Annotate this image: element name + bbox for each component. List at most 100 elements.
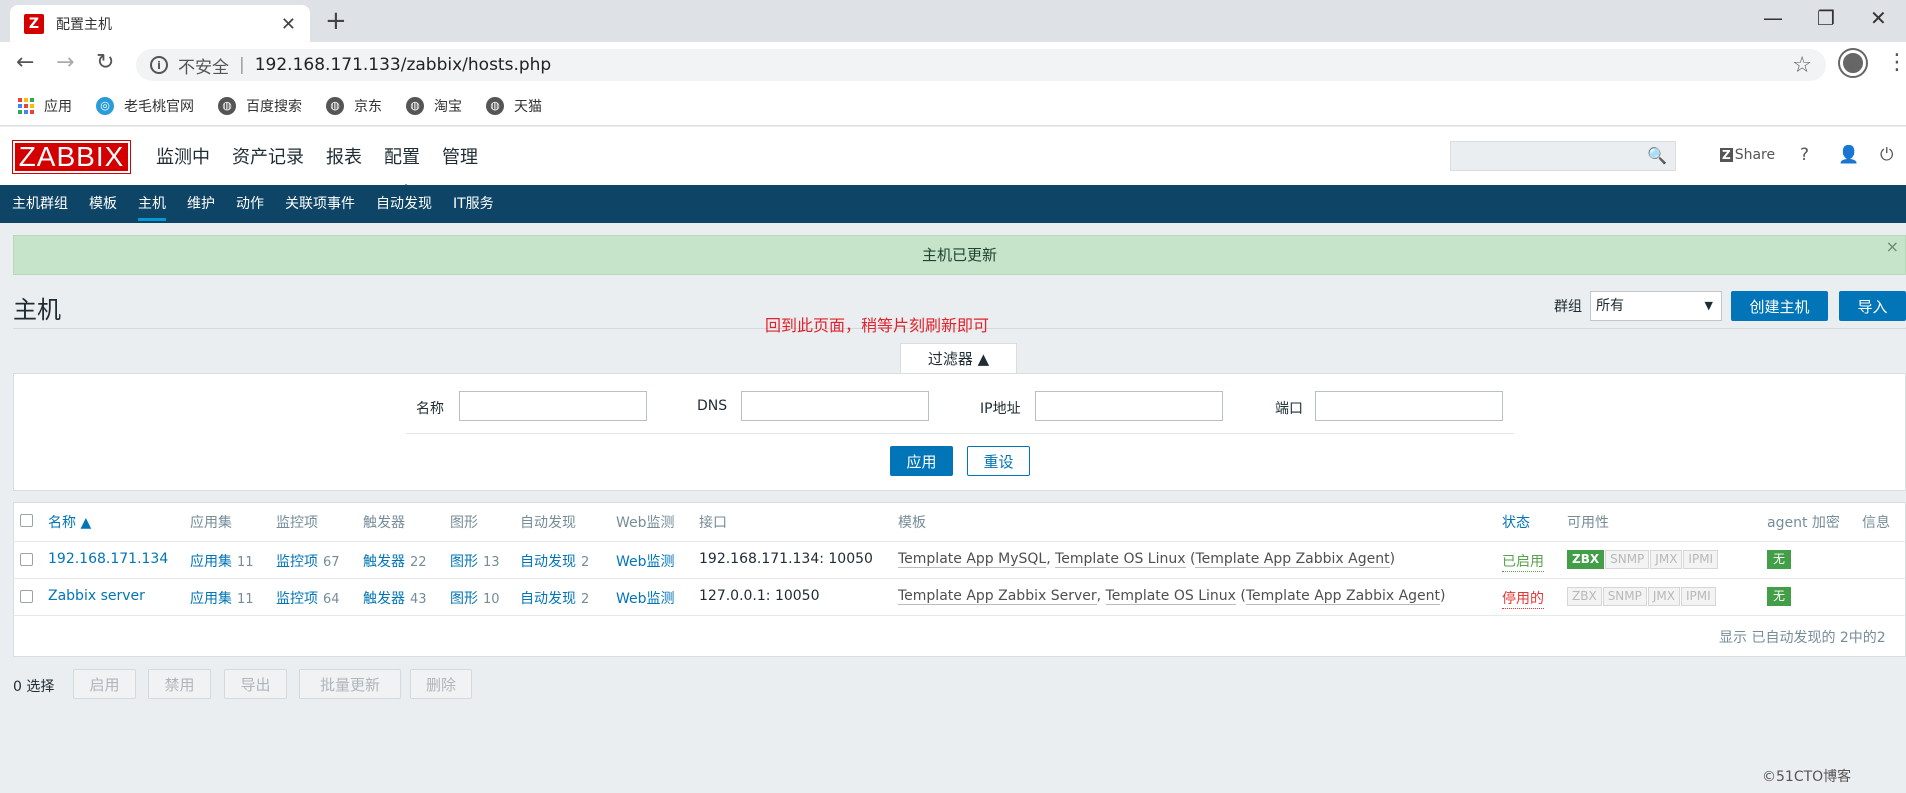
interface-cell: 192.168.171.134: 10050 bbox=[699, 551, 873, 567]
sign-out-icon[interactable]: ⏻ bbox=[1880, 145, 1893, 165]
filter-reset-button[interactable]: 重设 bbox=[967, 446, 1030, 476]
close-message-icon[interactable]: × bbox=[1886, 228, 1899, 266]
items-cell: 监控项 67 bbox=[276, 551, 340, 571]
interface-cell: 127.0.0.1: 10050 bbox=[699, 588, 820, 604]
disable-button[interactable]: 禁用 bbox=[148, 669, 211, 699]
applications-link[interactable]: 应用集 bbox=[190, 554, 232, 570]
host-name-link[interactable]: 192.168.171.134 bbox=[48, 551, 168, 567]
status-toggle[interactable]: 已启用 bbox=[1502, 551, 1544, 572]
subnav-maintenance[interactable]: 维护 bbox=[187, 185, 215, 223]
subnav-discovery[interactable]: 自动发现 bbox=[376, 185, 432, 223]
subnav-templates[interactable]: 模板 bbox=[89, 185, 117, 223]
items-link[interactable]: 监控项 bbox=[276, 554, 318, 570]
graphs-link[interactable]: 图形 bbox=[450, 591, 478, 607]
info-icon[interactable]: i bbox=[150, 56, 168, 74]
row-checkbox[interactable] bbox=[20, 553, 33, 566]
enable-button[interactable]: 启用 bbox=[73, 669, 136, 699]
template-link[interactable]: Template OS Linux bbox=[1055, 551, 1186, 568]
filter-ip-input[interactable] bbox=[1035, 391, 1223, 421]
menu-kebab-icon[interactable]: ⋮ bbox=[1886, 50, 1906, 75]
minimize-icon[interactable]: — bbox=[1763, 6, 1783, 30]
close-tab-icon[interactable]: ✕ bbox=[281, 14, 296, 35]
menu-configuration[interactable]: 配置 bbox=[384, 143, 420, 192]
menu-monitoring[interactable]: 监测中 bbox=[156, 143, 210, 169]
share-label: Share bbox=[1734, 147, 1776, 163]
items-link[interactable]: 监控项 bbox=[276, 591, 318, 607]
url-bar[interactable]: i 不安全 | 192.168.171.133/zabbix/hosts.php… bbox=[136, 49, 1826, 81]
bookmark-apps[interactable]: 应用 bbox=[18, 96, 72, 116]
zabbix-logo[interactable]: ZABBIX bbox=[12, 140, 131, 174]
forward-icon[interactable]: → bbox=[56, 52, 74, 74]
count: 64 bbox=[323, 592, 340, 607]
mass-update-button[interactable]: 批量更新 bbox=[299, 669, 401, 699]
subnav-host-groups[interactable]: 主机群组 bbox=[12, 185, 68, 223]
menu-reports[interactable]: 报表 bbox=[326, 143, 362, 169]
help-icon[interactable]: ? bbox=[1800, 145, 1809, 165]
bookmark-baidu[interactable]: ◍ 百度搜索 bbox=[218, 96, 302, 116]
triggers-link[interactable]: 触发器 bbox=[363, 554, 405, 570]
col-agent-encryption: agent 加密 bbox=[1767, 515, 1840, 531]
availability-ipmi: IPMI bbox=[1681, 587, 1716, 606]
template-link[interactable]: Template App MySQL bbox=[898, 551, 1047, 568]
profile-avatar-icon[interactable] bbox=[1840, 50, 1866, 76]
restore-icon[interactable]: ❐ bbox=[1817, 6, 1835, 30]
bookmark-taobao[interactable]: ◍ 淘宝 bbox=[406, 96, 462, 116]
templates-cell: Template App MySQL, Template OS Linux (T… bbox=[898, 551, 1396, 568]
delete-button[interactable]: 删除 bbox=[410, 669, 472, 699]
subnav-actions[interactable]: 动作 bbox=[236, 185, 264, 223]
close-window-icon[interactable]: ✕ bbox=[1870, 6, 1887, 30]
filter-apply-button[interactable]: 应用 bbox=[890, 446, 953, 476]
filter-port-input[interactable] bbox=[1315, 391, 1503, 421]
graphs-link[interactable]: 图形 bbox=[450, 554, 478, 570]
status-toggle[interactable]: 停用的 bbox=[1502, 588, 1544, 609]
encryption-badge: 无 bbox=[1767, 550, 1791, 569]
template-link[interactable]: Template App Zabbix Agent bbox=[1195, 551, 1390, 568]
row-checkbox[interactable] bbox=[20, 590, 33, 603]
sub-navigation: 主机群组 模板 主机 维护 动作 关联项事件 自动发现 IT服务 bbox=[0, 185, 1906, 223]
export-button[interactable]: 导出 bbox=[224, 669, 287, 699]
availability-jmx: JMX bbox=[1650, 550, 1683, 569]
bookmark-star-icon[interactable]: ☆ bbox=[1792, 53, 1812, 78]
create-host-button[interactable]: 创建主机 bbox=[1731, 291, 1828, 321]
group-select[interactable]: 所有 ▼ bbox=[1590, 291, 1722, 321]
col-status[interactable]: 状态 bbox=[1502, 512, 1530, 532]
bookmark-tmall[interactable]: ◍ 天猫 bbox=[486, 96, 542, 116]
user-profile-icon[interactable]: 👤 bbox=[1838, 145, 1859, 165]
template-link[interactable]: Template OS Linux bbox=[1105, 588, 1236, 605]
watermark: ©51CTO博客 bbox=[1762, 769, 1852, 785]
web-link[interactable]: Web监测 bbox=[616, 551, 675, 571]
template-link[interactable]: Template App Zabbix Server bbox=[898, 588, 1097, 605]
global-search-input[interactable]: 🔍 bbox=[1450, 141, 1676, 171]
subnav-event-correlation[interactable]: 关联项事件 bbox=[285, 185, 355, 223]
subnav-hosts[interactable]: 主机 bbox=[138, 185, 166, 223]
discovery-link[interactable]: 自动发现 bbox=[520, 554, 576, 570]
web-link[interactable]: Web监测 bbox=[616, 588, 675, 608]
reload-icon[interactable]: ↻ bbox=[96, 52, 114, 74]
url-text[interactable]: 192.168.171.133/zabbix/hosts.php bbox=[255, 55, 551, 75]
bookmark-label: 淘宝 bbox=[434, 98, 462, 115]
col-name[interactable]: 名称 ▲ bbox=[48, 512, 91, 532]
import-button[interactable]: 导入 bbox=[1839, 291, 1906, 321]
applications-link[interactable]: 应用集 bbox=[190, 591, 232, 607]
globe-icon: ◍ bbox=[486, 96, 504, 115]
filter-dns-input[interactable] bbox=[741, 391, 929, 421]
triggers-link[interactable]: 触发器 bbox=[363, 591, 405, 607]
menu-inventory[interactable]: 资产记录 bbox=[232, 143, 304, 169]
new-tab-icon[interactable]: + bbox=[325, 8, 347, 34]
host-name-link[interactable]: Zabbix server bbox=[48, 588, 145, 604]
menu-administration[interactable]: 管理 bbox=[442, 143, 478, 169]
browser-tab[interactable]: Z 配置主机 ✕ bbox=[10, 5, 310, 42]
back-icon[interactable]: ← bbox=[16, 52, 34, 74]
template-link[interactable]: Template App Zabbix Agent bbox=[1245, 588, 1441, 605]
subnav-it-services[interactable]: IT服务 bbox=[453, 185, 494, 223]
col-info: 信息 bbox=[1862, 515, 1890, 531]
share-link[interactable]: Z Share bbox=[1720, 147, 1775, 163]
select-all-checkbox[interactable] bbox=[20, 514, 33, 527]
bookmark-jd[interactable]: ◍ 京东 bbox=[326, 96, 382, 116]
search-icon[interactable]: 🔍 bbox=[1647, 146, 1667, 165]
discovery-link[interactable]: 自动发现 bbox=[520, 591, 576, 607]
filter-name-input[interactable] bbox=[459, 391, 647, 421]
bookmark-laomaotao[interactable]: ◎ 老毛桃官网 bbox=[96, 96, 194, 116]
row-divider bbox=[13, 615, 1906, 616]
filter-tab[interactable]: 过滤器 ▲ bbox=[900, 343, 1017, 374]
